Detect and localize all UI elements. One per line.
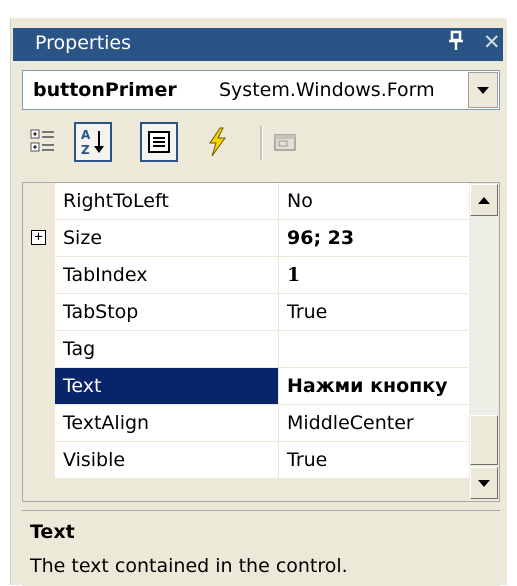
alphabetical-sort-icon[interactable]: A Z (74, 122, 112, 162)
property-row[interactable]: TabStop True (55, 294, 469, 331)
svg-text:A: A (81, 128, 91, 142)
pin-icon[interactable] (447, 30, 465, 57)
title-bar: Properties ✕ (13, 28, 503, 61)
property-name: TextAlign (63, 412, 150, 434)
description-text: The text contained in the control. (30, 555, 348, 577)
property-value[interactable]: True (287, 301, 327, 323)
svg-text:Z: Z (81, 143, 90, 157)
toolbar: A Z (22, 118, 500, 174)
property-name: TabIndex (63, 264, 148, 286)
property-row[interactable]: TextAlign MiddleCenter (55, 405, 469, 442)
property-value[interactable]: No (287, 190, 313, 212)
property-value[interactable]: Нажми кнопку (287, 375, 448, 397)
object-selector[interactable]: buttonPrimer System.Windows.Form (22, 70, 500, 110)
property-value[interactable]: MiddleCenter (287, 412, 414, 434)
grid-empty-area (55, 479, 469, 501)
property-name: Size (63, 227, 103, 249)
description-pane: Text The text contained in the control. (22, 510, 500, 586)
property-value[interactable]: 1 (287, 264, 300, 286)
property-name: Text (63, 375, 102, 397)
lightning-icon[interactable] (198, 122, 236, 162)
property-row[interactable]: Tag (55, 331, 469, 368)
property-name: TabStop (63, 301, 139, 323)
property-grid: RightToLeft No Size 96; 23 TabIndex 1 Ta… (22, 182, 500, 502)
property-name: Tag (63, 338, 96, 360)
object-type: System.Windows.Form (219, 79, 435, 101)
scroll-up-icon[interactable] (470, 184, 498, 216)
property-row[interactable]: TabIndex 1 (55, 257, 469, 294)
properties-icon[interactable] (140, 122, 178, 162)
property-row[interactable]: Size 96; 23 (55, 220, 469, 257)
property-name: Visible (63, 449, 126, 471)
chevron-down-icon[interactable] (468, 72, 498, 108)
vertical-scrollbar[interactable] (469, 183, 499, 501)
property-row[interactable]: Visible True (55, 442, 469, 479)
panel-title: Properties (35, 32, 132, 54)
property-row[interactable]: RightToLeft No (55, 183, 469, 220)
scroll-thumb[interactable] (470, 415, 498, 465)
toolbar-separator (260, 126, 263, 160)
property-name: RightToLeft (63, 190, 169, 212)
property-row-selected[interactable]: Text Нажми кнопку (55, 368, 469, 405)
object-name: buttonPrimer (33, 79, 177, 101)
expand-icon[interactable]: + (31, 230, 46, 245)
categorized-icon[interactable] (24, 122, 62, 162)
property-pages-icon[interactable] (266, 122, 304, 162)
property-value[interactable]: True (287, 449, 327, 471)
close-icon[interactable]: ✕ (483, 30, 501, 54)
property-value[interactable]: 96; 23 (287, 227, 354, 249)
scroll-down-icon[interactable] (470, 467, 498, 499)
description-title: Text (30, 521, 75, 543)
